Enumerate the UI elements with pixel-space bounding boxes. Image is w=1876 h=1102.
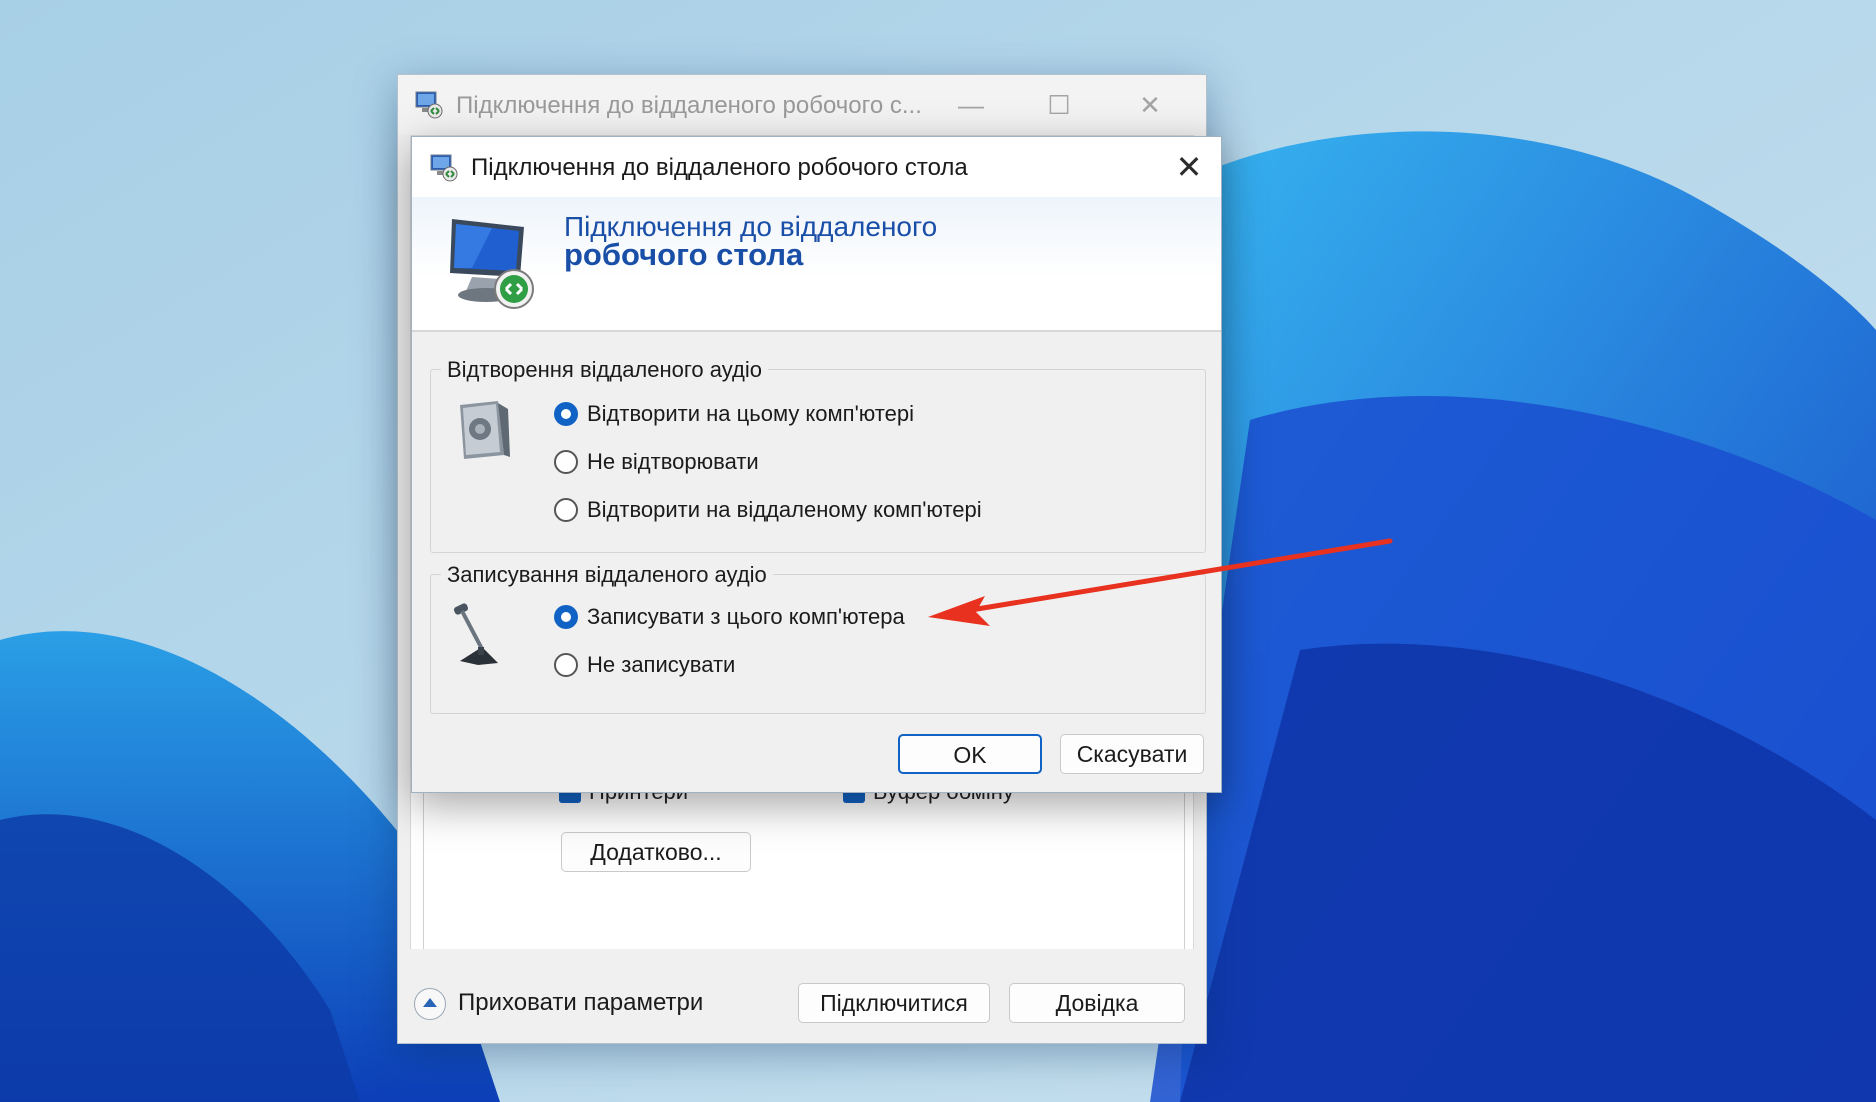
recording-group-title: Записування віддаленого аудіо xyxy=(441,562,773,588)
minimize-button[interactable]: — xyxy=(950,89,992,121)
do-not-record-label[interactable]: Не записувати xyxy=(587,652,735,678)
back-window-title: Підключення до віддаленого робочого с... xyxy=(456,92,922,119)
dialog-close-button[interactable]: ✕ xyxy=(1171,149,1207,185)
dialog-banner: Підключення до віддаленого робочого стол… xyxy=(412,197,1221,332)
record-from-this-computer-label[interactable]: Записувати з цього комп'ютера xyxy=(587,604,905,630)
play-on-remote-computer-radio[interactable] xyxy=(554,498,578,522)
play-on-this-computer-label[interactable]: Відтворити на цьому комп'ютері xyxy=(587,401,914,427)
connect-button[interactable]: Підключитися xyxy=(798,983,990,1023)
cancel-button[interactable]: Скасувати xyxy=(1060,734,1204,774)
back-titlebar: Підключення до віддаленого робочого с...… xyxy=(398,75,1206,135)
hide-options-label[interactable]: Приховати параметри xyxy=(458,989,703,1017)
maximize-button[interactable]: ☐ xyxy=(1038,89,1080,121)
hide-options-icon[interactable] xyxy=(414,988,446,1020)
banner-title-line2: робочого стола xyxy=(564,237,804,272)
help-button[interactable]: Довідка xyxy=(1009,983,1185,1023)
play-on-remote-computer-label[interactable]: Відтворити на віддаленому комп'ютері xyxy=(587,497,982,523)
remote-desktop-monitor-icon xyxy=(450,219,534,309)
close-button[interactable]: ✕ xyxy=(1129,89,1171,121)
do-not-record-radio[interactable] xyxy=(554,653,578,677)
recording-group xyxy=(430,574,1206,714)
audio-settings-dialog: Підключення до віддаленого робочого стол… xyxy=(411,136,1222,793)
playback-group xyxy=(430,369,1206,553)
record-from-this-computer-radio[interactable] xyxy=(554,605,578,629)
do-not-play-label[interactable]: Не відтворювати xyxy=(587,449,759,475)
speaker-icon xyxy=(460,401,510,459)
do-not-play-radio[interactable] xyxy=(554,450,578,474)
ok-button[interactable]: OK xyxy=(898,734,1042,774)
microphone-icon xyxy=(453,603,498,665)
play-on-this-computer-radio[interactable] xyxy=(554,402,578,426)
playback-group-title: Відтворення віддаленого аудіо xyxy=(441,357,768,383)
remote-desktop-icon xyxy=(430,154,458,182)
dialog-title: Підключення до віддаленого робочого стол… xyxy=(471,154,968,181)
dialog-titlebar: Підключення до віддаленого робочого стол… xyxy=(412,137,1221,197)
remote-desktop-icon xyxy=(415,91,443,119)
advanced-button[interactable]: Додатково... xyxy=(561,832,751,872)
